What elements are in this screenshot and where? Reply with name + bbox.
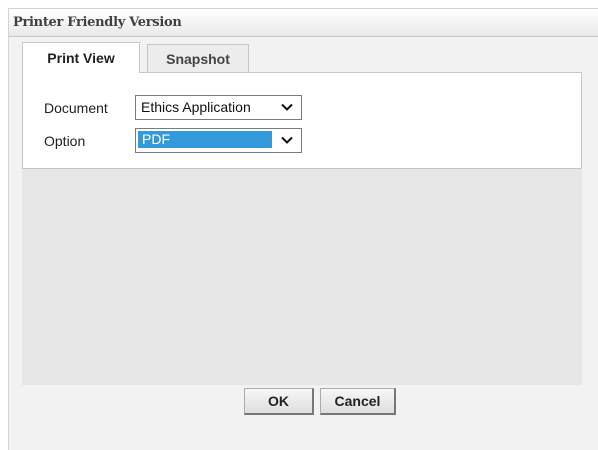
option-selected-highlight: PDF — [138, 131, 272, 148]
option-select-value: PDF — [142, 131, 170, 147]
option-select[interactable]: PDF — [135, 128, 302, 153]
print-view-panel: Document Ethics Application Option PDF — [22, 72, 582, 169]
tab-snapshot[interactable]: Snapshot — [147, 44, 249, 73]
document-select-value: Ethics Application — [141, 99, 251, 115]
chevron-down-icon — [281, 136, 293, 144]
chevron-down-icon — [281, 103, 293, 111]
dialog-title: Printer Friendly Version — [13, 15, 182, 30]
option-label: Option — [44, 133, 86, 149]
preview-area — [22, 169, 582, 385]
document-select[interactable]: Ethics Application — [135, 95, 302, 120]
ok-button[interactable]: OK — [244, 388, 314, 415]
dialog-titlebar[interactable]: Printer Friendly Version — [9, 9, 598, 37]
cancel-button[interactable]: Cancel — [320, 388, 396, 415]
tab-print-view[interactable]: Print View — [22, 42, 140, 73]
document-label: Document — [44, 100, 108, 116]
